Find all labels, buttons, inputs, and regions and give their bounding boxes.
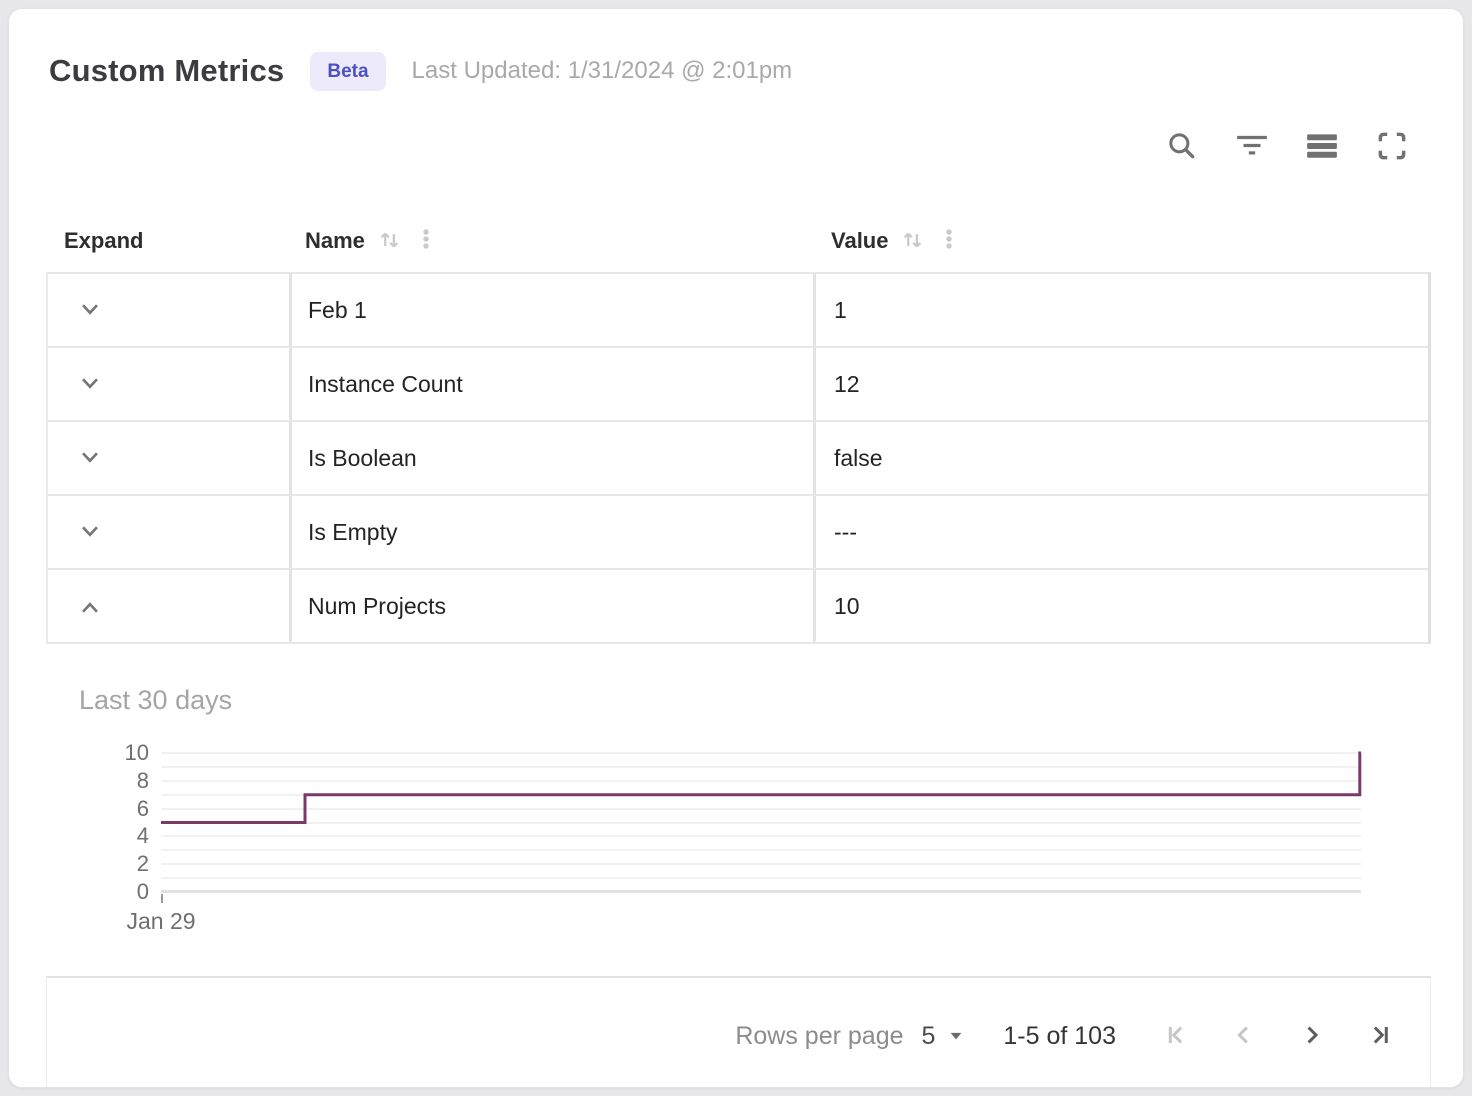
expand-toggle-button[interactable] (74, 442, 106, 474)
expand-toggle-button[interactable] (74, 294, 106, 326)
custom-metrics-card: Custom Metrics Beta Last Updated: 1/31/2… (8, 8, 1464, 1088)
pagination-footer: Rows per page 5 1-5 of 103 (46, 976, 1431, 1087)
chart-y-axis: 0246810 (49, 753, 155, 892)
filter-icon (1235, 129, 1269, 166)
sort-name-button[interactable] (375, 225, 403, 256)
x-axis-tick (161, 894, 163, 903)
y-tick-label: 8 (89, 768, 149, 794)
y-tick-label: 4 (89, 823, 149, 849)
pagination-range-label: 1-5 of 103 (1003, 1022, 1116, 1051)
next-page-button[interactable] (1294, 1019, 1330, 1055)
kebab-menu-icon (936, 226, 962, 255)
table-header-row: Expand Name Value (46, 209, 1431, 272)
expand-toggle-button[interactable] (74, 368, 106, 400)
table-row: Feb 1 1 (48, 274, 1428, 348)
y-tick-label: 0 (89, 879, 149, 905)
density-button[interactable] (1305, 130, 1339, 164)
column-menu-name-button[interactable] (413, 226, 439, 255)
kebab-menu-icon (413, 226, 439, 255)
sort-arrows-icon (375, 225, 403, 256)
table-row: Num Projects 10 (48, 570, 1428, 644)
grid-toolbar (1165, 130, 1409, 164)
pagination-nav (1158, 1019, 1398, 1055)
first-page-button[interactable] (1158, 1019, 1194, 1055)
expand-cell (48, 274, 289, 346)
first-page-icon (1160, 1019, 1192, 1054)
column-menu-value-button[interactable] (936, 226, 962, 255)
column-header-name[interactable]: Name (289, 209, 813, 272)
column-header-expand: Expand (46, 209, 289, 272)
column-header-value[interactable]: Value (813, 209, 1431, 272)
search-button[interactable] (1165, 130, 1199, 164)
table-row: Is Boolean false (48, 422, 1428, 496)
y-tick-label: 10 (89, 740, 149, 766)
step-line-chart (161, 753, 1361, 892)
beta-badge: Beta (310, 52, 385, 91)
metric-name-cell: Instance Count (289, 348, 813, 420)
metric-value-cell: 10 (813, 570, 1428, 642)
y-tick-label: 6 (89, 796, 149, 822)
density-icon (1305, 129, 1339, 166)
chart-title: Last 30 days (79, 685, 232, 716)
chevron-up-icon (75, 590, 105, 623)
rows-per-page-select[interactable] (943, 1022, 969, 1051)
fullscreen-button[interactable] (1375, 130, 1409, 164)
chevron-down-icon (75, 368, 105, 401)
expand-toggle-button[interactable] (74, 590, 106, 622)
metric-value-cell: false (813, 422, 1428, 494)
metric-name-cell: Is Boolean (289, 422, 813, 494)
last-page-icon (1364, 1019, 1396, 1054)
metric-name-cell: Num Projects (289, 570, 813, 642)
last-updated-text: Last Updated: 1/31/2024 @ 2:01pm (412, 57, 793, 85)
x-axis-tick-label: Jan 29 (111, 908, 211, 935)
chevron-down-icon (75, 442, 105, 475)
dropdown-arrow-icon (943, 1022, 969, 1051)
expand-cell (48, 348, 289, 420)
y-tick-label: 2 (89, 851, 149, 877)
expand-cell (48, 570, 289, 642)
metric-value-cell: 1 (813, 274, 1428, 346)
table-row: Instance Count 12 (48, 348, 1428, 422)
search-icon (1165, 129, 1199, 166)
rows-per-page-label: Rows per page (735, 1022, 903, 1051)
filter-button[interactable] (1235, 130, 1269, 164)
expand-toggle-button[interactable] (74, 516, 106, 548)
metric-name-cell: Is Empty (289, 496, 813, 568)
table-body: Feb 1 1 Instance Count 12 (46, 272, 1431, 644)
rows-per-page-value[interactable]: 5 (922, 1022, 936, 1051)
page-title: Custom Metrics (49, 53, 284, 89)
sort-value-button[interactable] (898, 225, 926, 256)
chevron-down-icon (75, 294, 105, 327)
chevron-right-icon (1296, 1019, 1328, 1054)
fullscreen-icon (1375, 129, 1409, 166)
page-header: Custom Metrics Beta Last Updated: 1/31/2… (49, 47, 792, 95)
metric-value-cell: --- (813, 496, 1428, 568)
table-row: Is Empty --- (48, 496, 1428, 570)
metric-value-cell: 12 (813, 348, 1428, 420)
previous-page-button[interactable] (1226, 1019, 1262, 1055)
metric-name-cell: Feb 1 (289, 274, 813, 346)
chart-plot-area (161, 753, 1361, 892)
chevron-left-icon (1228, 1019, 1260, 1054)
last-page-button[interactable] (1362, 1019, 1398, 1055)
sort-arrows-icon (898, 225, 926, 256)
expand-cell (48, 496, 289, 568)
expand-cell (48, 422, 289, 494)
chevron-down-icon (75, 516, 105, 549)
